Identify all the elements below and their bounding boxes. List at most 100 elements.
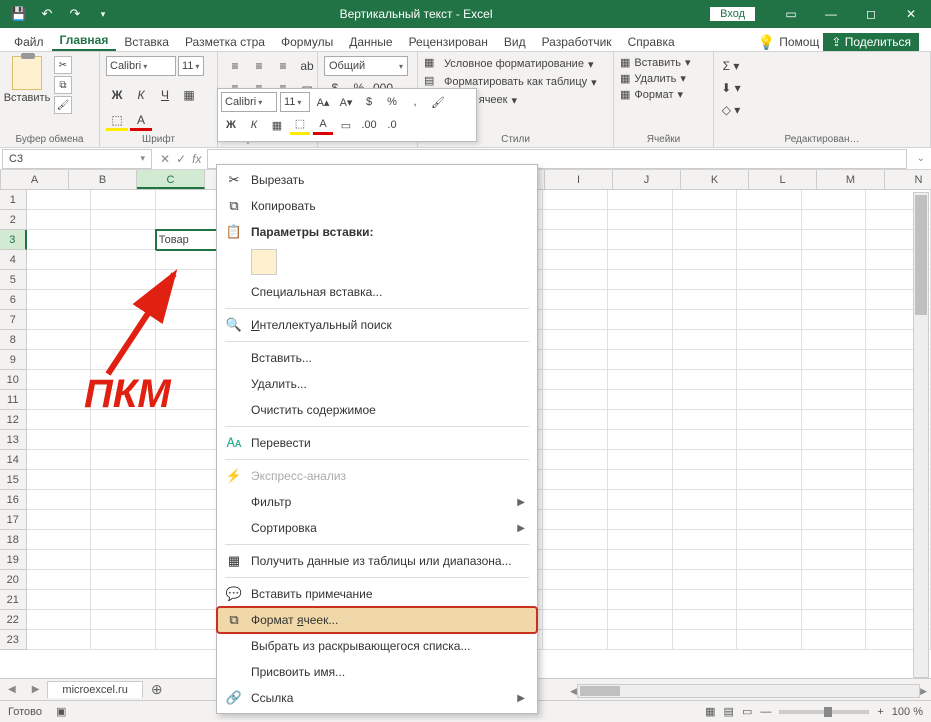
autosum-icon[interactable]: Σ ▾ bbox=[720, 56, 742, 76]
cell-A5[interactable] bbox=[27, 270, 92, 290]
cell-B23[interactable] bbox=[91, 630, 156, 650]
row-header-23[interactable]: 23 bbox=[0, 630, 27, 650]
conditional-formatting-button[interactable]: ▦Условное форматирование ▾ bbox=[424, 56, 593, 72]
cell-K2[interactable] bbox=[673, 210, 738, 230]
row-header-19[interactable]: 19 bbox=[0, 550, 27, 570]
cell-M13[interactable] bbox=[802, 430, 867, 450]
bold-button[interactable]: Ж bbox=[106, 85, 128, 105]
zoom-level[interactable]: 100 % bbox=[892, 706, 923, 718]
row-header-5[interactable]: 5 bbox=[0, 270, 27, 290]
cell-K23[interactable] bbox=[673, 630, 738, 650]
ctx-insert-comment[interactable]: 💬Вставить примечание bbox=[217, 581, 537, 607]
font-name-select[interactable]: Calibri▾ bbox=[106, 56, 176, 76]
paste-option-icon[interactable] bbox=[251, 249, 277, 275]
cell-I12[interactable] bbox=[543, 410, 608, 430]
cell-C19[interactable] bbox=[156, 550, 221, 570]
cell-L4[interactable] bbox=[737, 250, 802, 270]
row-header-3[interactable]: 3 bbox=[0, 230, 27, 250]
cell-A1[interactable] bbox=[27, 190, 92, 210]
row-header-17[interactable]: 17 bbox=[0, 510, 27, 530]
cell-L7[interactable] bbox=[737, 310, 802, 330]
cell-J9[interactable] bbox=[608, 350, 673, 370]
ctx-link[interactable]: 🔗Ссылка▶ bbox=[217, 685, 537, 711]
mini-fill-color-icon[interactable]: ⬚ bbox=[290, 115, 310, 135]
cell-K14[interactable] bbox=[673, 450, 738, 470]
cell-L19[interactable] bbox=[737, 550, 802, 570]
ctx-filter[interactable]: Фильтр▶ bbox=[217, 489, 537, 515]
copy-icon[interactable]: ⧉ bbox=[54, 76, 72, 94]
mini-italic-icon[interactable]: К bbox=[244, 115, 264, 135]
cell-C8[interactable] bbox=[156, 330, 221, 350]
cell-L10[interactable] bbox=[737, 370, 802, 390]
cell-M3[interactable] bbox=[802, 230, 867, 250]
tab-developer[interactable]: Разработчик bbox=[534, 32, 620, 51]
cell-L12[interactable] bbox=[737, 410, 802, 430]
cell-B12[interactable] bbox=[91, 410, 156, 430]
cell-A4[interactable] bbox=[27, 250, 92, 270]
cell-J7[interactable] bbox=[608, 310, 673, 330]
cell-C9[interactable] bbox=[156, 350, 221, 370]
tellme-label[interactable]: Помощ bbox=[779, 35, 819, 49]
cell-J22[interactable] bbox=[608, 610, 673, 630]
cell-M1[interactable] bbox=[802, 190, 867, 210]
tab-file[interactable]: Файл bbox=[6, 32, 52, 51]
cell-M9[interactable] bbox=[802, 350, 867, 370]
number-format-select[interactable]: Общий▾ bbox=[324, 56, 408, 76]
cell-K12[interactable] bbox=[673, 410, 738, 430]
cell-A22[interactable] bbox=[27, 610, 92, 630]
italic-button[interactable]: К bbox=[130, 85, 152, 105]
cell-A16[interactable] bbox=[27, 490, 92, 510]
row-header-9[interactable]: 9 bbox=[0, 350, 27, 370]
cell-M4[interactable] bbox=[802, 250, 867, 270]
align-top-icon[interactable]: ≡ bbox=[224, 56, 246, 76]
cell-I10[interactable] bbox=[543, 370, 608, 390]
cell-B6[interactable] bbox=[91, 290, 156, 310]
cell-L20[interactable] bbox=[737, 570, 802, 590]
cell-C22[interactable] bbox=[156, 610, 221, 630]
underline-button[interactable]: Ч bbox=[154, 85, 176, 105]
cell-I1[interactable] bbox=[543, 190, 608, 210]
cell-I7[interactable] bbox=[543, 310, 608, 330]
view-page-layout-icon[interactable]: ▤ bbox=[724, 705, 734, 718]
horizontal-scrollbar[interactable]: ◀ ▶ bbox=[570, 682, 927, 700]
fill-icon[interactable]: ⬇ ▾ bbox=[720, 78, 742, 98]
cell-A17[interactable] bbox=[27, 510, 92, 530]
cell-B7[interactable] bbox=[91, 310, 156, 330]
mini-merge-icon[interactable]: ▭ bbox=[336, 115, 356, 135]
minimize-icon[interactable]: — bbox=[811, 0, 851, 28]
cell-I8[interactable] bbox=[543, 330, 608, 350]
cell-I22[interactable] bbox=[543, 610, 608, 630]
cell-K21[interactable] bbox=[673, 590, 738, 610]
ctx-insert[interactable]: Вставить... bbox=[217, 345, 537, 371]
cell-L18[interactable] bbox=[737, 530, 802, 550]
cell-I6[interactable] bbox=[543, 290, 608, 310]
cell-A21[interactable] bbox=[27, 590, 92, 610]
cell-K1[interactable] bbox=[673, 190, 738, 210]
cell-C16[interactable] bbox=[156, 490, 221, 510]
zoom-out-icon[interactable]: — bbox=[760, 706, 771, 718]
ribbon-display-icon[interactable]: ▭ bbox=[771, 0, 811, 28]
cell-M23[interactable] bbox=[802, 630, 867, 650]
cell-J3[interactable] bbox=[608, 230, 673, 250]
cell-I3[interactable] bbox=[543, 230, 608, 250]
cell-J6[interactable] bbox=[608, 290, 673, 310]
clear-icon[interactable]: ◇ ▾ bbox=[720, 100, 742, 120]
cell-M10[interactable] bbox=[802, 370, 867, 390]
cell-K17[interactable] bbox=[673, 510, 738, 530]
mini-comma-icon[interactable]: , bbox=[405, 92, 425, 112]
mini-bold-icon[interactable]: Ж bbox=[221, 115, 241, 135]
cell-K9[interactable] bbox=[673, 350, 738, 370]
cell-B5[interactable] bbox=[91, 270, 156, 290]
cell-B18[interactable] bbox=[91, 530, 156, 550]
ctx-paste-special[interactable]: Специальная вставка... bbox=[217, 279, 537, 305]
cell-I19[interactable] bbox=[543, 550, 608, 570]
cell-C4[interactable] bbox=[156, 250, 221, 270]
cell-C20[interactable] bbox=[156, 570, 221, 590]
cell-L23[interactable] bbox=[737, 630, 802, 650]
view-normal-icon[interactable]: ▦ bbox=[705, 705, 715, 718]
expand-formula-bar-icon[interactable]: ⌄ bbox=[911, 153, 931, 164]
mini-percent-icon[interactable]: % bbox=[382, 92, 402, 112]
cell-I21[interactable] bbox=[543, 590, 608, 610]
ctx-smart-lookup[interactable]: 🔍Интеллектуальный поиск bbox=[217, 312, 537, 338]
format-cells-button[interactable]: ▦ Формат ▾ bbox=[620, 88, 683, 101]
